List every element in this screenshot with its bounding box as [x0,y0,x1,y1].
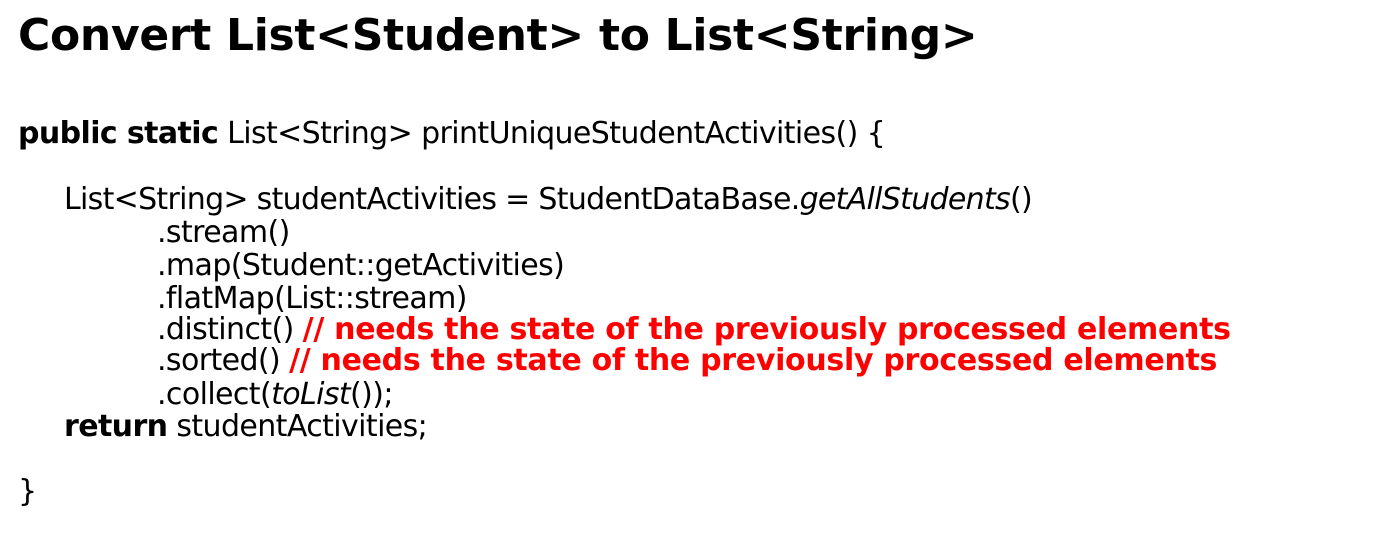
collect-post: ()); [350,377,393,412]
declaration-tail: () [1009,182,1033,217]
chain-stream: .stream() [157,215,290,250]
variable-declaration: List<String> studentActivities = Student… [64,182,1033,218]
chain-map: .map(Student::getActivities) [157,248,565,283]
declaration-method: getAllStudents [799,182,1011,217]
collect-pre: .collect( [157,377,272,412]
chain-sorted: .sorted() // needs the state of the prev… [157,343,1217,379]
closing-brace: } [18,474,38,509]
return-keyword: return [64,409,168,444]
signature-rest: List<String> printUniqueStudentActivitie… [218,116,886,151]
sorted-call: .sorted() [157,343,290,378]
distinct-call: .distinct() [157,312,303,347]
slide: { "title": "Convert List<Student> to Lis… [0,0,1382,540]
distinct-comment: // needs the state of the previously pro… [302,312,1231,347]
declaration-lhs: List<String> studentActivities = Student… [64,182,800,217]
sorted-comment: // needs the state of the previously pro… [289,343,1218,378]
signature-modifiers: public static [18,116,219,151]
return-statement: return studentActivities; [64,409,428,445]
collect-method: toList [271,377,351,412]
method-signature: public static List<String> printUniqueSt… [18,116,886,152]
return-rest: studentActivities; [167,409,428,444]
slide-title: Convert List<Student> to List<String> [18,10,978,61]
chain-collect: .collect(toList()); [157,377,393,413]
